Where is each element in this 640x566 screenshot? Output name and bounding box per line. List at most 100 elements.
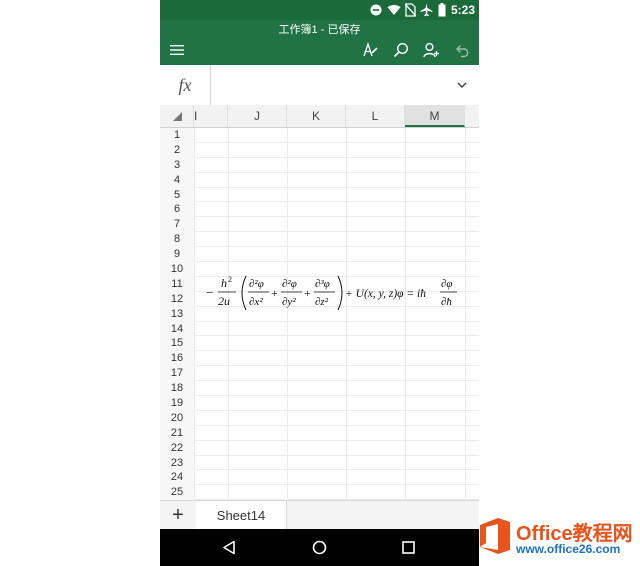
formula-input[interactable] (212, 65, 449, 105)
equation-d2phi-y: ∂²φ (282, 278, 297, 290)
row-number[interactable]: 1 (160, 128, 194, 143)
table-row[interactable]: 17 (160, 366, 479, 382)
row-number[interactable]: 13 (160, 306, 194, 322)
row-number[interactable]: 4 (160, 172, 194, 188)
watermark-url: www.office26.com (516, 542, 621, 556)
undo-icon[interactable] (454, 42, 470, 58)
status-time: 5:23 (451, 3, 476, 17)
row-number[interactable]: 5 (160, 187, 194, 203)
share-person-icon[interactable] (423, 42, 439, 58)
left-paren (241, 275, 247, 311)
select-all-corner[interactable] (160, 105, 194, 127)
equation-dhbar: ∂ħ (441, 296, 452, 308)
column-header-l[interactable]: L (346, 105, 405, 127)
schrodinger-equation-object[interactable]: − h 2 2u ∂²φ ∂x² + ∂²φ ∂y² + ∂³φ ∂z² + U… (206, 273, 466, 313)
home-icon[interactable] (312, 540, 327, 555)
table-row[interactable]: 16 (160, 351, 479, 367)
row-number[interactable]: 15 (160, 336, 194, 352)
row-number[interactable]: 10 (160, 262, 194, 277)
search-icon[interactable] (393, 42, 409, 58)
column-header-row: I J K L M (160, 105, 479, 128)
row-number[interactable]: 17 (160, 366, 194, 382)
table-row[interactable]: 6 (160, 202, 479, 218)
equation-dy2: ∂y² (282, 296, 296, 308)
corner-triangle-icon (173, 112, 182, 121)
phone-screen: 5:23 工作簿1 - 已保存 fx I J K L M 1 2 3 4 5 6… (160, 0, 479, 566)
navigation-bar (160, 529, 479, 566)
row-number[interactable]: 6 (160, 202, 194, 218)
equation-plus: + (304, 286, 311, 300)
row-number[interactable]: 2 (160, 142, 194, 158)
column-header-i[interactable]: I (194, 105, 228, 127)
row-number[interactable]: 18 (160, 381, 194, 397)
equation-h: h (221, 276, 227, 290)
table-row[interactable]: 20 (160, 410, 479, 426)
table-row[interactable]: 14 (160, 321, 479, 337)
column-header-n[interactable] (465, 105, 479, 127)
table-row[interactable]: 24 (160, 470, 479, 486)
minus-circle-icon (370, 4, 382, 16)
table-row[interactable]: 3 (160, 157, 479, 173)
row-list: 1 2 3 4 5 6 7 8 9 10 11 12 13 14 15 16 1… (160, 128, 479, 501)
table-row[interactable]: 19 (160, 396, 479, 411)
equation-d2phi-x: ∂²φ (249, 278, 264, 290)
row-number[interactable]: 21 (160, 425, 194, 441)
status-bar: 5:23 (160, 0, 479, 20)
equation-minus: − (206, 285, 213, 300)
row-number[interactable]: 23 (160, 455, 194, 471)
row-number[interactable]: 19 (160, 396, 194, 411)
table-row[interactable]: 23 (160, 455, 479, 471)
recents-icon[interactable] (402, 541, 415, 554)
equation-dphi: ∂φ (441, 278, 453, 290)
office-logo-icon (480, 518, 510, 554)
wifi-icon (387, 4, 401, 15)
table-row[interactable]: 8 (160, 232, 479, 248)
formula-bar: fx (160, 65, 479, 106)
sheet-bar: + Sheet14 (160, 500, 479, 530)
table-row[interactable]: 5 (160, 187, 479, 203)
no-sim-icon (405, 3, 416, 17)
table-row[interactable]: 4 (160, 172, 479, 188)
row-number[interactable]: 16 (160, 351, 194, 367)
row-number[interactable]: 25 (160, 485, 194, 501)
equation-d3phi-z: ∂³φ (315, 278, 330, 290)
table-row[interactable]: 15 (160, 336, 479, 352)
column-header-j[interactable]: J (228, 105, 287, 127)
equation-dx2: ∂x² (249, 296, 263, 308)
row-number[interactable]: 14 (160, 321, 194, 337)
equation-two-u: 2u (218, 294, 230, 308)
pen-icon[interactable] (362, 42, 378, 58)
column-header-m[interactable]: M (405, 105, 465, 127)
right-paren (337, 275, 343, 311)
equation-h-exponent: 2 (228, 275, 232, 284)
row-number[interactable]: 22 (160, 440, 194, 456)
equation-potential-term: + U(x, y, z)φ = iħ (345, 288, 426, 300)
table-row[interactable]: 22 (160, 440, 479, 456)
back-icon[interactable] (222, 540, 236, 555)
table-row[interactable]: 18 (160, 381, 479, 397)
menu-icon[interactable] (169, 42, 185, 58)
row-number[interactable]: 12 (160, 291, 194, 307)
table-row[interactable]: 9 (160, 247, 479, 263)
spreadsheet-grid[interactable]: I J K L M 1 2 3 4 5 6 7 8 9 10 11 12 13 … (160, 105, 479, 501)
table-row[interactable]: 1 (160, 128, 479, 143)
row-number[interactable]: 24 (160, 470, 194, 486)
sheet-tab[interactable]: Sheet14 (196, 501, 287, 530)
table-row[interactable]: 7 (160, 217, 479, 233)
app-bar: 工作簿1 - 已保存 (160, 20, 479, 65)
row-number[interactable]: 20 (160, 410, 194, 426)
chevron-down-icon[interactable] (456, 80, 468, 90)
fx-label: fx (160, 65, 211, 105)
add-sheet-button[interactable]: + (160, 501, 196, 530)
row-number[interactable]: 3 (160, 157, 194, 173)
equation-plus: + (271, 286, 278, 300)
row-number[interactable]: 8 (160, 232, 194, 248)
table-row[interactable]: 25 (160, 485, 479, 501)
row-number[interactable]: 7 (160, 217, 194, 233)
row-number[interactable]: 11 (160, 276, 194, 292)
watermark: Office教程网 www.office26.com (478, 513, 638, 561)
column-header-k[interactable]: K (287, 105, 346, 127)
table-row[interactable]: 2 (160, 142, 479, 158)
row-number[interactable]: 9 (160, 247, 194, 263)
table-row[interactable]: 21 (160, 425, 479, 441)
